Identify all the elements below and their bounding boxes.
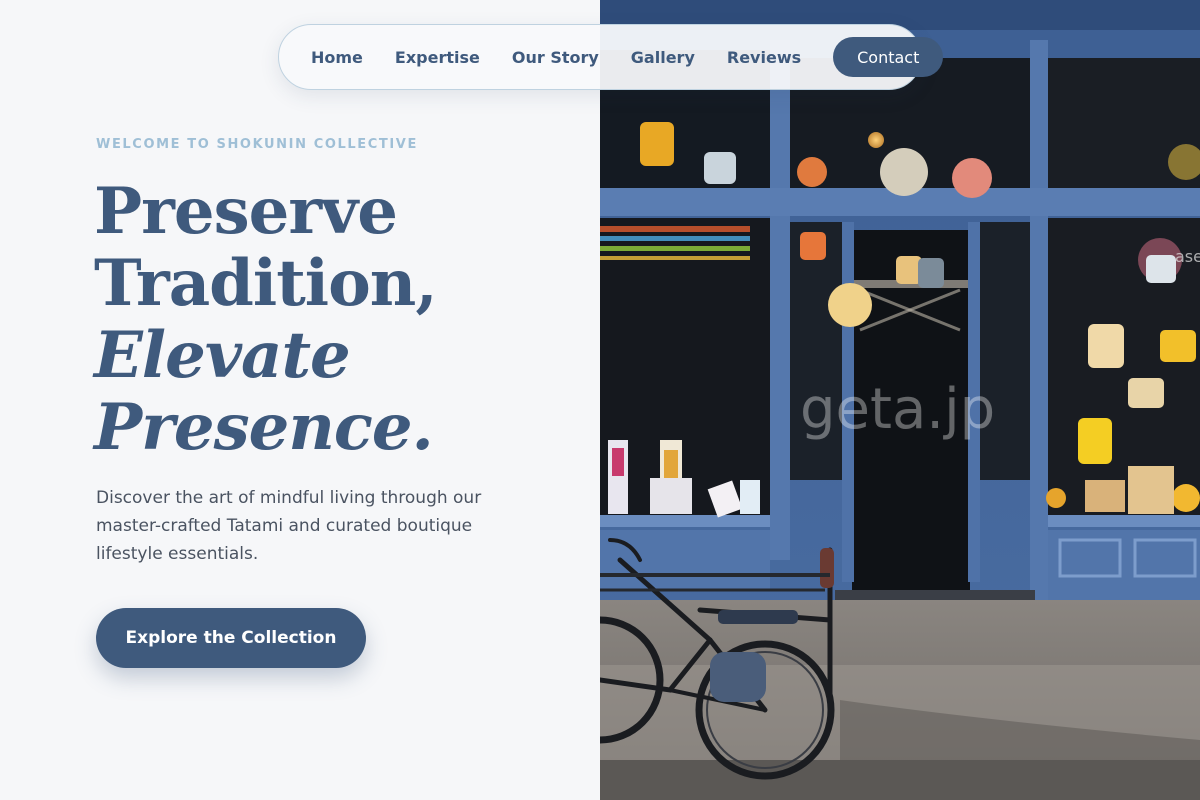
headline-line-4: Presence. bbox=[94, 390, 434, 465]
storefront-image: geta.jp ase bbox=[600, 0, 1200, 800]
hero-section: WELCOME TO SHOKUNIN COLLECTIVE Preserve … bbox=[0, 0, 600, 800]
headline-line-3: Elevate bbox=[94, 318, 351, 393]
shop-sign-text: ase bbox=[1175, 247, 1200, 266]
hero-headline: Preserve Tradition, Elevate Presence. bbox=[94, 174, 438, 465]
contact-button[interactable]: Contact bbox=[833, 37, 944, 77]
nav-reviews[interactable]: Reviews bbox=[727, 48, 801, 67]
storefront-photo: geta.jp ase bbox=[600, 0, 1200, 800]
hero-eyebrow: WELCOME TO SHOKUNIN COLLECTIVE bbox=[96, 137, 418, 152]
nav-gallery[interactable]: Gallery bbox=[631, 48, 695, 67]
nav-our-story[interactable]: Our Story bbox=[512, 48, 599, 67]
headline-line-2: Tradition, bbox=[94, 246, 438, 321]
headline-line-1: Preserve bbox=[94, 174, 398, 249]
nav-home[interactable]: Home bbox=[311, 48, 363, 67]
nav-expertise[interactable]: Expertise bbox=[395, 48, 480, 67]
hero-description: Discover the art of mindful living throu… bbox=[96, 488, 482, 564]
watermark-text: geta.jp bbox=[800, 377, 995, 442]
explore-collection-button[interactable]: Explore the Collection bbox=[96, 608, 366, 668]
main-navigation: Home Expertise Our Story Gallery Reviews… bbox=[278, 24, 944, 90]
